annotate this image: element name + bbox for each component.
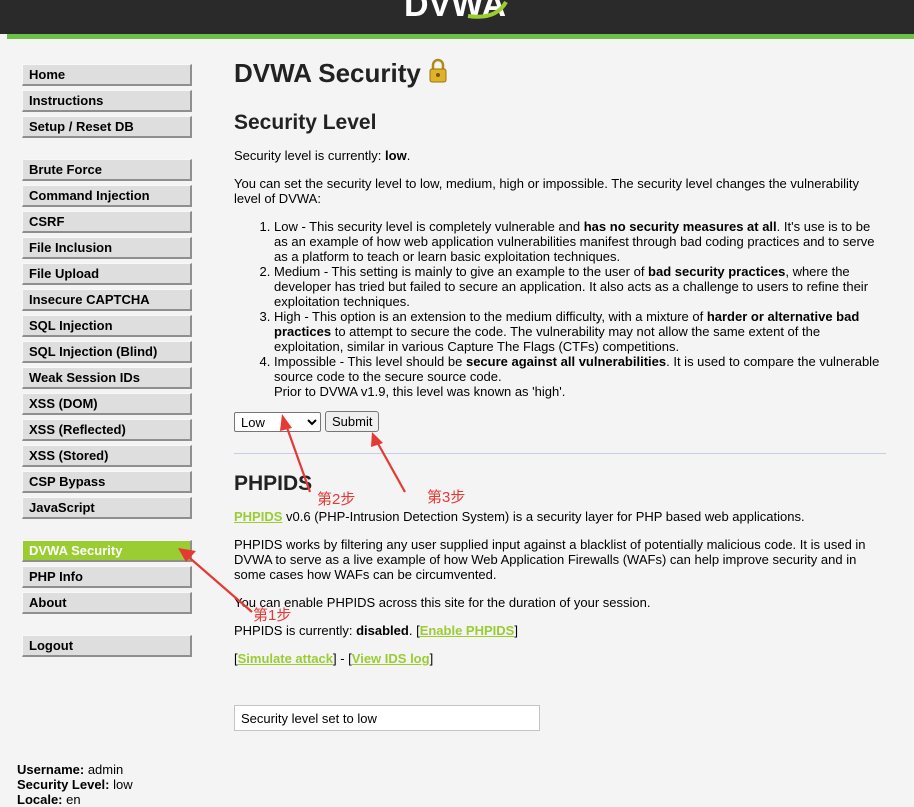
- section-title-phpids: PHPIDS: [234, 472, 313, 495]
- sidebar-item-javascript[interactable]: JavaScript: [22, 497, 192, 519]
- enable-phpids-link[interactable]: Enable PHPIDS: [420, 623, 515, 638]
- phpids-status-value: disabled: [356, 623, 409, 638]
- simulate-attack-link[interactable]: Simulate attack: [238, 651, 333, 666]
- security-level-item: Low - This security level is completely …: [274, 219, 886, 264]
- security-level-item: High - This option is an extension to th…: [274, 309, 886, 354]
- sidebar-item-brute-force[interactable]: Brute Force: [22, 159, 192, 181]
- sidebar-item-dvwa-security[interactable]: DVWA Security: [22, 540, 192, 562]
- sidebar-item-weak-session-ids[interactable]: Weak Session IDs: [22, 367, 192, 389]
- username-value: admin: [87, 762, 124, 777]
- security-level-item: Medium - This setting is mainly to give …: [274, 264, 886, 309]
- sidebar-item-about[interactable]: About: [22, 592, 192, 614]
- annotation-step-2: 第2步: [317, 491, 356, 508]
- security-level-value: low: [113, 777, 133, 792]
- annotation-step-3: 第3步: [427, 489, 466, 506]
- lock-icon: [429, 58, 447, 83]
- sidebar-item-file-inclusion[interactable]: File Inclusion: [22, 237, 192, 259]
- username-label: Username:: [17, 762, 85, 777]
- annotation-step-1: 第1步: [253, 607, 292, 624]
- sidebar-item-xss-stored[interactable]: XSS (Stored): [22, 445, 192, 467]
- sidebar-item-csp-bypass[interactable]: CSP Bypass: [22, 471, 192, 493]
- current-level-text: Security level is currently: low.: [234, 148, 411, 163]
- view-ids-log-link[interactable]: View IDS log: [352, 651, 430, 666]
- logo-text: DVWA: [404, 0, 506, 20]
- sidebar-item-instructions[interactable]: Instructions: [22, 90, 192, 112]
- sidebar-item-command-injection[interactable]: Command Injection: [22, 185, 192, 207]
- page-title: DVWA Security: [234, 58, 421, 88]
- sidebar-item-sql-injection-blind[interactable]: SQL Injection (Blind): [22, 341, 192, 363]
- sidebar-item-insecure-captcha[interactable]: Insecure CAPTCHA: [22, 289, 192, 311]
- locale-value: en: [66, 792, 81, 807]
- current-level-value: low: [385, 148, 407, 163]
- sidebar-item-file-upload[interactable]: File Upload: [22, 263, 192, 285]
- sidebar-item-setup-reset-db[interactable]: Setup / Reset DB: [22, 116, 192, 138]
- sidebar-menu-main: Home Instructions Setup / Reset DB: [22, 64, 192, 142]
- security-level-item: Impossible - This level should be secure…: [274, 354, 886, 399]
- divider: [234, 453, 886, 454]
- user-info: Username: admin Security Level: low Loca…: [17, 762, 133, 807]
- security-level-label: Security Level:: [17, 777, 110, 792]
- sidebar-menu-settings: DVWA Security PHP Info About: [22, 540, 192, 618]
- locale-label: Locale:: [17, 792, 63, 807]
- sidebar-menu-vulnerabilities: Brute Force Command Injection CSRF File Inc…: [22, 159, 192, 523]
- sidebar-item-sql-injection[interactable]: SQL Injection: [22, 315, 192, 337]
- header-bar: DVWA: [0, 0, 914, 34]
- phpids-enable-note: You can enable PHPIDS across this site f…: [234, 595, 651, 610]
- sidebar-menu-logout: Logout: [22, 635, 192, 661]
- header-accent-bar: [7, 34, 914, 39]
- submit-button[interactable]: Submit: [325, 411, 380, 432]
- sidebar-item-xss-reflected[interactable]: XSS (Reflected): [22, 419, 192, 441]
- phpids-details: PHPIDS works by filtering any user suppl…: [234, 537, 866, 582]
- status-message: Security level set to low: [234, 705, 540, 731]
- sidebar-item-xss-dom[interactable]: XSS (DOM): [22, 393, 192, 415]
- section-title-security-level: Security Level: [234, 111, 377, 134]
- sidebar-item-php-info[interactable]: PHP Info: [22, 566, 192, 588]
- phpids-status: PHPIDS is currently: disabled. [Enable P…: [234, 623, 518, 638]
- security-level-select[interactable]: Low: [234, 412, 321, 432]
- sidebar-item-home[interactable]: Home: [22, 64, 192, 86]
- intro-text: You can set the security level to low, m…: [234, 176, 860, 206]
- security-levels-list: Low - This security level is completely …: [234, 219, 886, 399]
- phpids-description: PHPIDS v0.6 (PHP-Intrusion Detection Sys…: [234, 509, 805, 524]
- phpids-link[interactable]: PHPIDS: [234, 509, 282, 524]
- sidebar-item-logout[interactable]: Logout: [22, 635, 192, 657]
- dvwa-logo: DVWA: [404, 0, 508, 20]
- sidebar-item-csrf[interactable]: CSRF: [22, 211, 192, 233]
- phpids-actions: [Simulate attack] - [View IDS log]: [234, 651, 434, 666]
